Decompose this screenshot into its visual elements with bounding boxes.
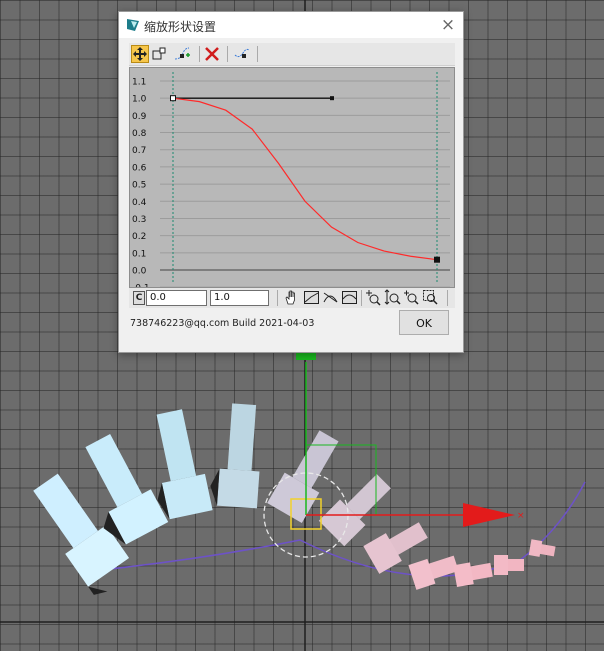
y-tick-label: 1.1: [132, 78, 146, 88]
toolbar-separator: [361, 290, 362, 306]
zoom-vertical-button[interactable]: [384, 289, 401, 306]
move-keys-icon: [133, 47, 147, 61]
y-tick-label: 0.0: [132, 267, 147, 277]
curve-key-point: [434, 256, 440, 263]
zoom-region-icon: [423, 290, 438, 305]
y-tick-label: 0.7: [132, 146, 146, 156]
delete-point-button[interactable]: [203, 45, 221, 63]
zoom-horizontal-icon: [366, 290, 381, 306]
gizmo-x-arrow: [463, 503, 515, 527]
insert-point-button[interactable]: [173, 45, 191, 63]
arrow-instance: [408, 555, 459, 590]
scale-keys-icon: [152, 47, 166, 60]
arrow-instance: [494, 555, 524, 575]
curve-toolbar: [129, 43, 455, 66]
y-tick-label: 0.4: [132, 198, 147, 208]
y-tick-label: -0.1: [132, 284, 150, 287]
curve-bottom-bar: C 0.0 1.0: [129, 288, 455, 308]
y-tick-label: 0.6: [132, 163, 147, 173]
reset-curve-icon: [234, 48, 250, 58]
reset-curve-button[interactable]: [233, 45, 251, 63]
curve-key-point: [170, 95, 176, 102]
toolbar-separator: [277, 290, 278, 306]
scale-keys-button[interactable]: [151, 45, 169, 63]
app-icon: [127, 19, 139, 31]
toolbar-separator: [199, 46, 200, 62]
x-value-field[interactable]: 0.0: [146, 290, 207, 306]
tangent-handle-end: [330, 96, 334, 101]
toolbar-separator: [447, 290, 448, 306]
arrow-instance: [453, 562, 493, 588]
zoom-horizontal-extents-icon: [323, 292, 338, 303]
y-tick-label: 0.3: [132, 215, 146, 225]
y-tick-label: 0.8: [132, 129, 147, 139]
zoom-button[interactable]: [403, 289, 420, 306]
y-tick-label: 0.1: [132, 249, 146, 259]
y-tick-label: 0.5: [132, 181, 146, 191]
zoom-horizontal-extents-button[interactable]: [322, 289, 339, 306]
curve-graph[interactable]: 1.1 1.0 0.9 0.8 0.7 0.6 0.5 0.4 0.3 0.2 0.1 0.0 -0.1: [129, 67, 455, 294]
pan-hand-icon: [285, 290, 295, 305]
y-tick-label: 0.2: [132, 232, 146, 242]
y-tick-label: 1.0: [132, 95, 147, 105]
pan-button[interactable]: [283, 289, 300, 306]
curve-lock-label[interactable]: C: [133, 291, 145, 305]
dialog-titlebar[interactable]: 缩放形状设置 ×: [119, 12, 463, 38]
insert-point-icon: [174, 47, 190, 60]
zoom-extents-button[interactable]: [303, 289, 320, 306]
y-value-field[interactable]: 1.0: [210, 290, 269, 306]
curve-graph-canvas[interactable]: 1.1 1.0 0.9 0.8 0.7 0.6 0.5 0.4 0.3 0.2 0.1 0.0 -0.1: [130, 68, 454, 294]
gizmo-x-mark: ×: [517, 511, 525, 521]
delete-point-icon: [205, 47, 219, 61]
toolbar-separator: [257, 46, 258, 62]
dialog-title: 缩放形状设置: [144, 20, 217, 34]
gizmo-y-handle: [296, 352, 316, 360]
y-tick-label: 0.9: [132, 112, 147, 122]
zoom-horizontal-button[interactable]: [365, 289, 382, 306]
scale-shape-dialog: 缩放形状设置 × 1.1 1.0 0.9 0.8 0.7 0.6 0.5 0.4…: [118, 11, 464, 353]
arrow-instance: [210, 403, 260, 509]
ok-button[interactable]: OK: [399, 310, 449, 335]
close-button[interactable]: ×: [437, 14, 459, 36]
move-keys-button[interactable]: [131, 45, 149, 63]
zoom-vertical-icon: [384, 289, 401, 305]
build-info: 738746223@qq.com Build 2021-04-03: [130, 318, 315, 329]
zoom-extents-icon: [304, 291, 319, 304]
zoom-value-extents-icon: [342, 291, 357, 304]
zoom-value-extents-button[interactable]: [341, 289, 358, 306]
zoom-icon: [404, 290, 419, 305]
toolbar-separator: [227, 46, 228, 62]
arrow-instance: [528, 539, 556, 557]
zoom-region-button[interactable]: [422, 289, 439, 306]
